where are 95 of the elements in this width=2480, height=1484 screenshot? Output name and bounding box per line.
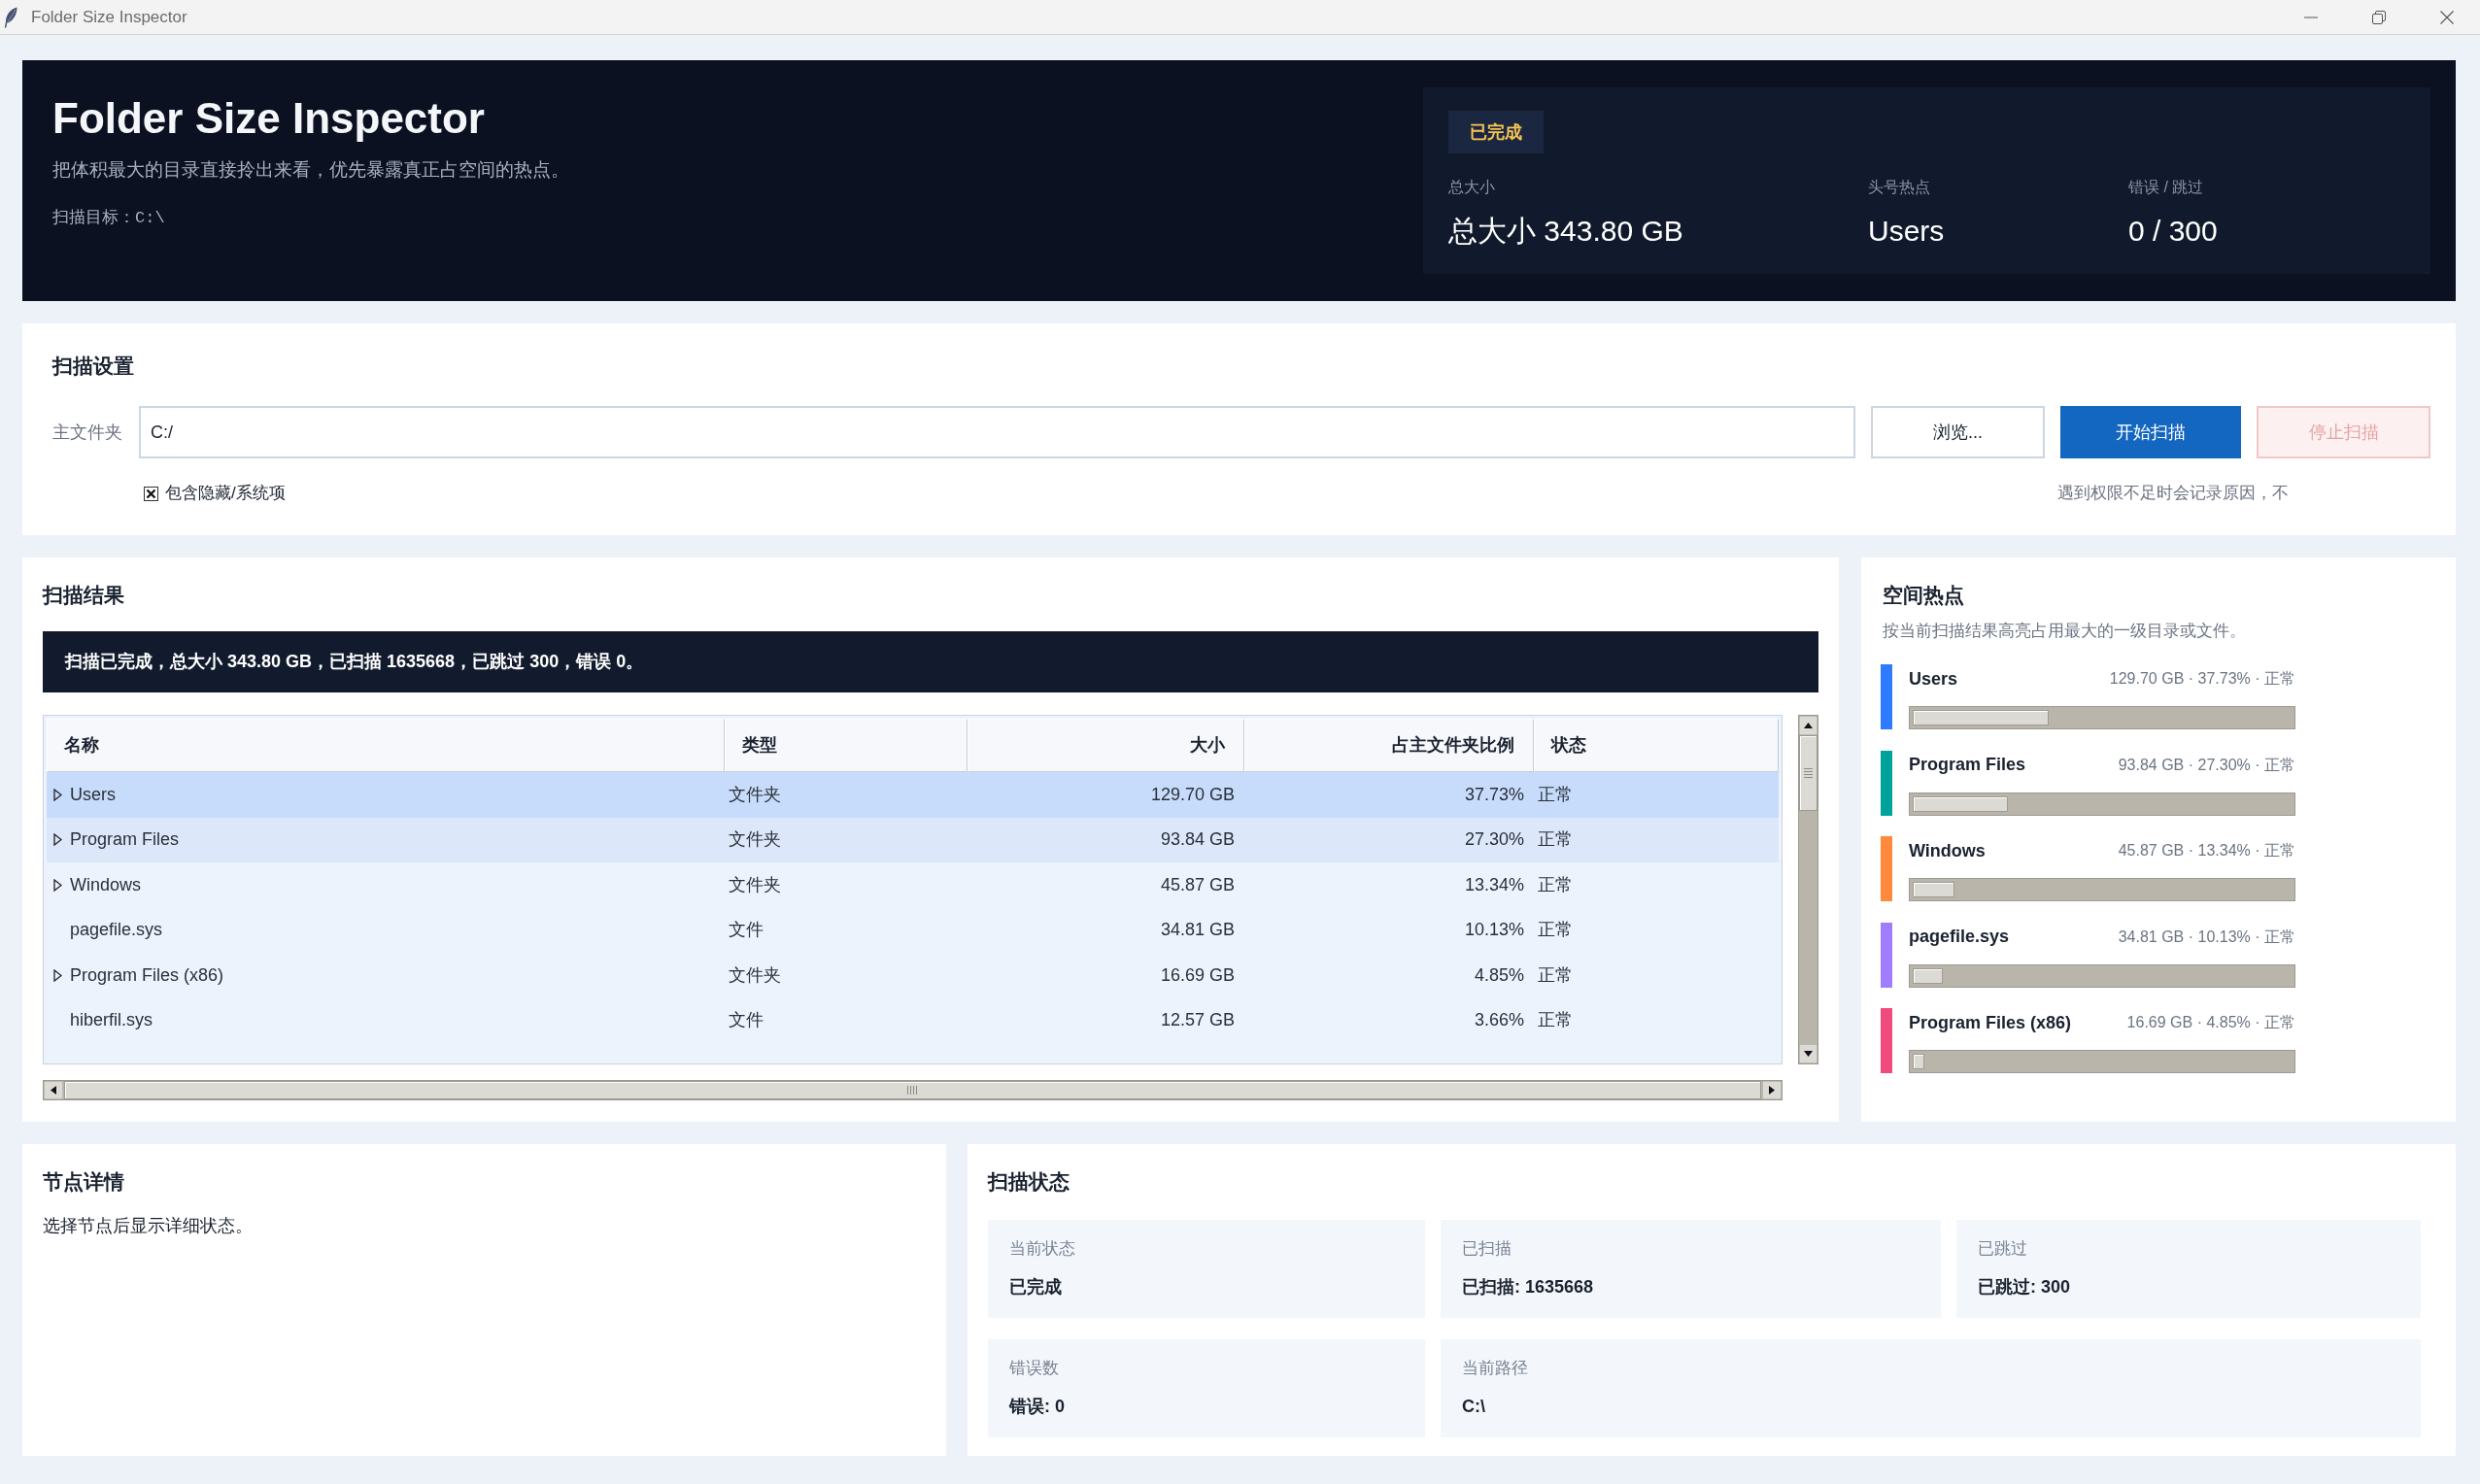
checkbox-label[interactable]: 包含隐藏/系统项 (165, 481, 286, 506)
scroll-up-icon[interactable] (1799, 716, 1818, 735)
window-title: Folder Size Inspector (31, 6, 187, 28)
name-text: Program Files (70, 828, 180, 852)
section-title: 空间热点 (1883, 583, 1965, 608)
name-text: hiberfil.sys (70, 1009, 153, 1032)
status-badge: 已完成 (1448, 111, 1544, 153)
table-cell-text: 93.84 GB (1159, 828, 1236, 852)
table-cell-text: 正常 (1537, 873, 1574, 896)
field-label: 主文件夹 (52, 421, 123, 444)
tile-label: 当前路径 (1462, 1358, 1529, 1379)
placeholder-text: 选择节点后显示详细状态。 (43, 1215, 254, 1237)
name-text: pagefile.sys (70, 919, 163, 942)
name-text: Program Files (x86) (70, 963, 224, 987)
name-text: Users (70, 783, 116, 806)
table-cell-text: 正常 (1537, 963, 1574, 987)
table-cell-text: 正常 (1537, 828, 1574, 852)
hotspot-name: Windows (1909, 839, 1986, 862)
column-header[interactable]: 类型 (725, 719, 968, 772)
scan-target: 扫描目标：C:\ (52, 208, 166, 229)
hotspot-name: Users (1909, 667, 1958, 691)
stat-label: 总大小 (1448, 178, 1496, 197)
expander-icon[interactable] (53, 833, 62, 847)
stat-label: 头号热点 (1868, 178, 1931, 197)
tile-label: 当前状态 (1009, 1238, 1076, 1260)
tile-value: 已完成 (1009, 1276, 1063, 1298)
section-title: 节点详情 (43, 1169, 125, 1195)
hotspot-detail: 93.84 GB · 27.30% · 正常 (2118, 755, 2295, 775)
stat-value: Users (1868, 214, 1946, 248)
section-title: 扫描结果 (43, 583, 125, 608)
browse-button[interactable]: 浏览... (1871, 406, 2045, 458)
expander-icon[interactable] (53, 788, 62, 801)
stat-value: 0 / 300 (2128, 214, 2219, 248)
hint-text: 遇到权限不足时会记录原因，不 (2057, 483, 2289, 505)
stat-value: 总大小 343.80 GB (1448, 214, 1684, 248)
table-cell-text: 27.30% (1463, 828, 1525, 852)
tile-label: 已跳过 (1978, 1238, 2028, 1260)
table-cell-text: 正常 (1537, 919, 1574, 942)
hotspot-detail: 16.69 GB · 4.85% · 正常 (2126, 1013, 2295, 1032)
table-cell-text: 文件夹 (728, 873, 782, 896)
table-cell-text: 129.70 GB (1149, 783, 1236, 806)
column-header[interactable]: 名称 (47, 719, 725, 772)
column-header[interactable]: 占主文件夹比例 (1244, 719, 1534, 772)
app-title: Folder Size Inspector (52, 95, 486, 142)
table-cell-text: 13.34% (1463, 873, 1525, 896)
table-cell-text: 文件夹 (728, 963, 782, 987)
tile-value: 已跳过: 300 (1978, 1276, 2072, 1298)
stat-label: 错误 / 跳过 (2128, 178, 2205, 197)
expander-icon[interactable] (53, 968, 62, 982)
table-cell-text: 4.85% (1473, 963, 1525, 987)
restore-icon[interactable] (2372, 10, 2386, 24)
scroll-left-icon[interactable] (44, 1081, 63, 1099)
close-icon[interactable] (2440, 10, 2454, 24)
tile-label: 已扫描 (1462, 1238, 1512, 1260)
table-cell-text: 37.73% (1463, 783, 1525, 806)
table-cell-text: 10.13% (1463, 919, 1525, 942)
scroll-down-icon[interactable] (1799, 1044, 1818, 1063)
column-header[interactable]: 状态 (1534, 719, 1779, 772)
hotspot-detail: 34.81 GB · 10.13% · 正常 (2118, 927, 2295, 947)
table-cell-text: 文件 (728, 919, 764, 942)
section-title: 扫描设置 (52, 354, 135, 379)
checkbox[interactable] (144, 486, 158, 501)
name-text: Windows (70, 873, 142, 896)
hotspot-name: Program Files (1909, 754, 2026, 776)
column-header[interactable]: 大小 (968, 719, 1244, 772)
table-cell-text: 正常 (1537, 1009, 1574, 1032)
table-row[interactable]: Users 文件夹 129.70 GB 37.73% 正常 (47, 772, 1779, 818)
vertical-scrollbar[interactable] (1798, 715, 1818, 1064)
hotspot-name: Program Files (x86) (1909, 1011, 2072, 1034)
table-cell-text: 文件夹 (728, 828, 782, 852)
table-cell-text: 3.66% (1473, 1009, 1525, 1032)
status-banner: 扫描已完成，总大小 343.80 GB，已扫描 1635668，已跳过 300，错误 0。 (43, 631, 1818, 692)
table-cell-text: 45.87 GB (1159, 873, 1236, 896)
folder-input[interactable]: C:/ (139, 406, 1855, 458)
hotspot-detail: 45.87 GB · 13.34% · 正常 (2118, 841, 2295, 860)
table-cell-text: 文件夹 (728, 783, 782, 806)
table-cell-text: 文件 (728, 1009, 764, 1032)
hotspot-detail: 129.70 GB · 37.73% · 正常 (2109, 669, 2295, 689)
table-cell-text: 16.69 GB (1159, 963, 1236, 987)
expander-icon[interactable] (53, 878, 62, 892)
start-scan-button[interactable]: 开始扫描 (2060, 406, 2241, 458)
tile-label: 错误数 (1009, 1358, 1060, 1379)
feather-icon (4, 6, 17, 28)
section-description: 按当前扫描结果高亮占用最大的一级目录或文件。 (1883, 621, 2247, 642)
tile-value: 已扫描: 1635668 (1462, 1276, 1595, 1298)
section-title: 扫描状态 (988, 1169, 1070, 1195)
table-cell-text: 正常 (1537, 783, 1574, 806)
table-cell-text: 34.81 GB (1159, 919, 1236, 942)
subtitle: 把体积最大的目录直接拎出来看，优先暴露真正占空间的热点。 (52, 158, 569, 182)
table-cell-text: 12.57 GB (1159, 1009, 1236, 1032)
tile-value: 错误: 0 (1009, 1396, 1066, 1418)
table-row[interactable]: Program Files 文件夹 93.84 GB 27.30% 正常 (47, 817, 1779, 862)
tile-value: C:\ (1462, 1396, 1486, 1418)
hotspot-name: pagefile.sys (1909, 926, 2010, 948)
scroll-right-icon[interactable] (1762, 1081, 1782, 1099)
